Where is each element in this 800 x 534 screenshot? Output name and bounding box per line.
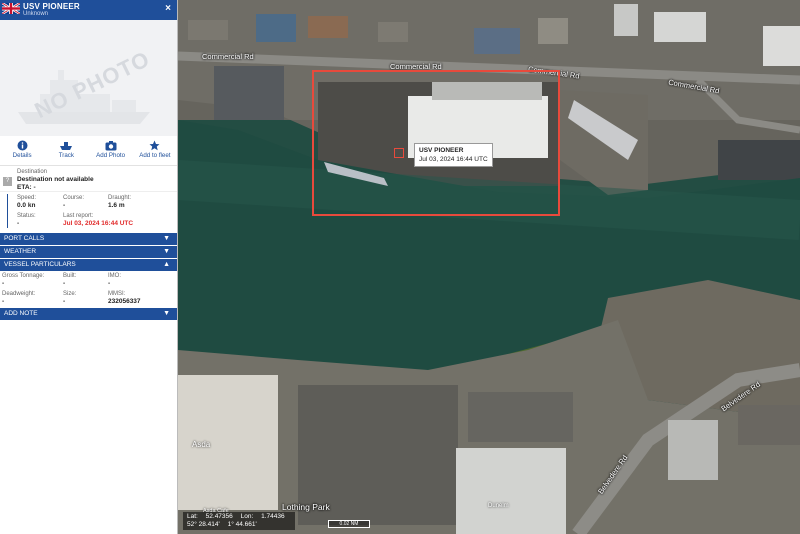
vessel-type: Unknown bbox=[23, 11, 49, 17]
tooltip-vessel-name: USV PIONEER bbox=[419, 147, 464, 154]
gross-tonnage-label: Gross Tonnage: bbox=[2, 273, 45, 279]
add-to-fleet-button[interactable]: Add to fleet bbox=[133, 136, 177, 165]
vessel-tooltip: USV PIONEER Jul 03, 2024 16:44 UTC bbox=[414, 143, 493, 167]
destination-value: Destination not available bbox=[17, 176, 94, 183]
speed-field: Speed: 0.0 kn bbox=[17, 195, 36, 209]
place-label-dunelm: Dunelm bbox=[488, 503, 509, 509]
chevron-down-icon: ▼ bbox=[163, 248, 170, 255]
info-icon bbox=[0, 140, 44, 151]
deadweight-label: Deadweight: bbox=[2, 291, 36, 297]
lon-decimal: 1.74436 bbox=[261, 513, 285, 520]
track-button[interactable]: Track bbox=[44, 136, 88, 165]
star-icon bbox=[133, 140, 177, 151]
satellite-map[interactable]: Commercial Rd Commercial Rd Commercial R… bbox=[178, 0, 800, 534]
panel-header: USV PIONEER Unknown × bbox=[0, 0, 177, 20]
gross-tonnage-value: - bbox=[2, 280, 5, 287]
draught-field: Draught: 1.6 m bbox=[108, 195, 131, 209]
gross-tonnage-field: Gross Tonnage: - bbox=[2, 273, 44, 287]
built-value: - bbox=[63, 280, 66, 287]
imo-value: - bbox=[108, 280, 111, 287]
last-report-label: Last report: bbox=[63, 213, 94, 219]
tooltip-timestamp: Jul 03, 2024 16:44 UTC bbox=[419, 156, 488, 163]
eta-value: ETA: - bbox=[17, 184, 36, 191]
chevron-up-icon: ▲ bbox=[163, 261, 170, 268]
place-label-lothing-park: Lothing Park bbox=[282, 502, 330, 512]
coordinate-readout: Lat: 52.47356 Lon: 1.74436 52° 28.414' 1… bbox=[183, 512, 295, 530]
voyage-track-line bbox=[7, 194, 8, 228]
map-scale-bar: 0.02 NM bbox=[328, 520, 370, 528]
port-calls-section[interactable]: PORT CALLS ▼ bbox=[0, 233, 177, 245]
chevron-down-icon: ▼ bbox=[163, 235, 170, 242]
destination-section: ? Destination Destination not available … bbox=[0, 166, 177, 192]
lat-decimal: 52.47356 bbox=[205, 513, 233, 520]
weather-section[interactable]: WEATHER ▼ bbox=[0, 246, 177, 258]
add-to-fleet-label: Add to fleet bbox=[139, 152, 171, 159]
course-label: Course: bbox=[63, 195, 85, 201]
weather-label: WEATHER bbox=[4, 248, 37, 255]
mmsi-value: 232056337 bbox=[108, 298, 141, 305]
lat-label: Lat: bbox=[187, 513, 198, 520]
close-button[interactable]: × bbox=[165, 3, 171, 14]
vessel-particulars-label: VESSEL PARTICULARS bbox=[4, 261, 76, 268]
place-label-asda: Asda bbox=[192, 440, 211, 449]
add-photo-label: Add Photo bbox=[96, 152, 126, 159]
course-value: - bbox=[63, 202, 66, 209]
action-bar: Details Track Add Photo Add to fleet bbox=[0, 136, 177, 166]
mmsi-field: MMSI: 232056337 bbox=[108, 291, 141, 305]
vessel-particulars-section[interactable]: VESSEL PARTICULARS ▲ bbox=[0, 259, 177, 271]
vessel-name: USV PIONEER bbox=[23, 2, 80, 11]
size-value: - bbox=[63, 298, 66, 305]
vessel-photo-placeholder: NO PHOTO bbox=[0, 20, 177, 136]
draught-label: Draught: bbox=[108, 195, 132, 201]
chevron-down-icon: ▼ bbox=[163, 310, 170, 317]
vessel-position-marker[interactable] bbox=[394, 148, 404, 158]
status-value: - bbox=[17, 220, 20, 227]
deadweight-field: Deadweight: - bbox=[2, 291, 35, 305]
speed-label: Speed: bbox=[17, 195, 37, 201]
size-label: Size: bbox=[63, 291, 77, 297]
speed-value: 0.0 kn bbox=[17, 202, 36, 209]
details-button[interactable]: Details bbox=[0, 136, 44, 165]
mmsi-label: MMSI: bbox=[108, 291, 126, 297]
last-report-value: Jul 03, 2024 16:44 UTC bbox=[63, 220, 134, 227]
add-note-label: ADD NOTE bbox=[4, 310, 38, 317]
road-label-commercial-rd: Commercial Rd bbox=[202, 52, 254, 61]
details-label: Details bbox=[12, 152, 32, 159]
uk-flag-icon bbox=[2, 3, 20, 14]
vessel-info-panel: USV PIONEER Unknown × NO PHOTO Details T… bbox=[0, 0, 178, 534]
imo-field: IMO: - bbox=[108, 273, 121, 287]
add-note-section[interactable]: ADD NOTE ▼ bbox=[0, 308, 177, 320]
status-field: Status: - bbox=[17, 213, 36, 227]
unknown-flag-icon: ? bbox=[3, 177, 12, 186]
last-report-field: Last report: Jul 03, 2024 16:44 UTC bbox=[63, 213, 133, 227]
destination-label: Destination bbox=[17, 169, 48, 175]
lat-dms: 52° 28.414' bbox=[187, 521, 220, 528]
track-label: Track bbox=[58, 152, 74, 159]
lon-label: Lon: bbox=[240, 513, 254, 520]
course-field: Course: - bbox=[63, 195, 84, 209]
status-label: Status: bbox=[17, 213, 36, 219]
camera-icon bbox=[89, 140, 133, 151]
built-label: Built: bbox=[63, 273, 77, 279]
size-field: Size: - bbox=[63, 291, 76, 305]
built-field: Built: - bbox=[63, 273, 76, 287]
ship-track-icon bbox=[44, 140, 88, 151]
add-photo-button[interactable]: Add Photo bbox=[89, 136, 133, 165]
imo-label: IMO: bbox=[108, 273, 121, 279]
port-calls-label: PORT CALLS bbox=[4, 235, 45, 242]
lon-dms: 1° 44.661' bbox=[227, 521, 257, 528]
deadweight-value: - bbox=[2, 298, 5, 305]
draught-value: 1.6 m bbox=[108, 202, 125, 209]
